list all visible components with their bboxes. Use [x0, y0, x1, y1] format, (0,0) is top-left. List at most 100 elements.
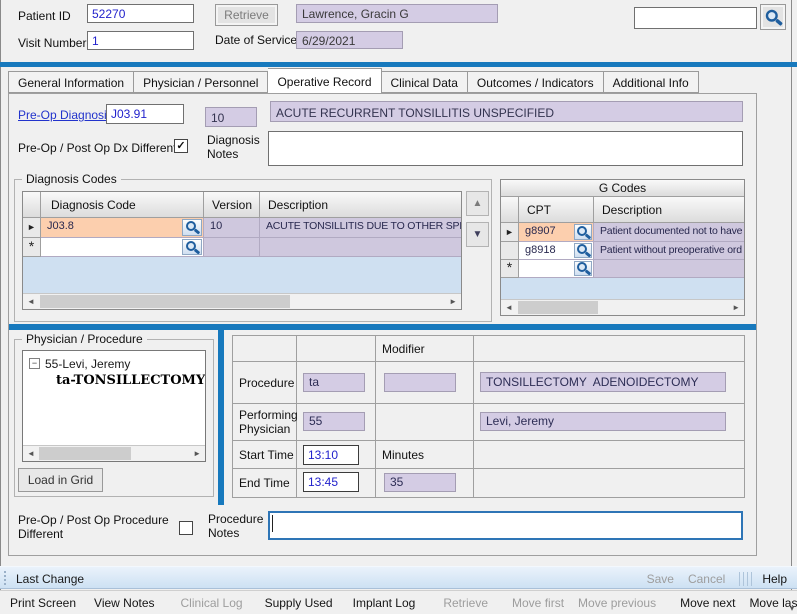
- move-row-down-button[interactable]: ▼: [466, 222, 489, 247]
- row-indicator-current: ►: [501, 223, 519, 242]
- search-button[interactable]: [760, 4, 786, 30]
- cpt-lookup-button[interactable]: [574, 243, 592, 258]
- scrollbar-thumb[interactable]: [40, 295, 290, 308]
- version-column-header[interactable]: Version: [204, 192, 260, 218]
- magnifier-icon: [186, 241, 199, 254]
- start-time-cell: [297, 441, 376, 469]
- cpt-cell[interactable]: g8907: [519, 223, 594, 242]
- procedure-code-cell: ta: [297, 362, 376, 404]
- dx-different-label: Pre-Op / Post Op Dx Different: [18, 141, 177, 155]
- date-of-service-field: 6/29/2021: [296, 31, 403, 49]
- start-time-row-label: Start Time: [233, 441, 297, 469]
- status-bar: Print Screen View Notes Clinical Log Sup…: [0, 590, 797, 614]
- action-bar-right: Save Cancel Help: [647, 572, 787, 586]
- cpt-lookup-button[interactable]: [574, 224, 592, 240]
- tab-outcomes-indicators[interactable]: Outcomes / Indicators: [468, 71, 604, 93]
- cpt-column-header[interactable]: CPT: [519, 197, 594, 223]
- procedure-code-field: ta: [303, 373, 365, 392]
- move-row-up-button[interactable]: ▲: [466, 191, 489, 216]
- scroll-left-icon[interactable]: ◄: [505, 301, 513, 314]
- tab-clinical-data[interactable]: Clinical Data: [382, 71, 468, 93]
- tab-additional-info[interactable]: Additional Info: [604, 71, 699, 93]
- end-time-row-label: End Time: [233, 469, 297, 497]
- patient-name-field: Lawrence, Gracin G: [296, 4, 498, 23]
- tab-physician-personnel[interactable]: Physician / Personnel: [134, 71, 268, 93]
- procedure-table-header-blank: [474, 336, 744, 362]
- modifier-column-header: Modifier: [376, 336, 474, 362]
- diagnosis-version-field: 10: [205, 107, 257, 127]
- cpt-value: g8907: [525, 225, 556, 237]
- description-column-header[interactable]: Description: [260, 192, 462, 218]
- tree-node-physician[interactable]: 55-Levi, Jeremy: [45, 357, 130, 371]
- diagnosis-code-lookup-button[interactable]: [182, 219, 202, 236]
- diagnosis-grid-hscrollbar[interactable]: ◄ ►: [23, 293, 461, 309]
- pre-op-diagnosis-code-input[interactable]: [106, 104, 184, 124]
- save-button: Save: [647, 572, 674, 586]
- scroll-right-icon[interactable]: ►: [449, 295, 457, 308]
- row-indicator: [501, 242, 519, 260]
- g-codes-grid: G Codes CPT Description ► g8907 Patient …: [500, 179, 745, 316]
- g-description-column-header[interactable]: Description: [594, 197, 744, 223]
- toolbar-overflow-icon[interactable]: ▾: [790, 604, 794, 613]
- view-notes-button[interactable]: View Notes: [94, 596, 154, 610]
- procedure-notes-input[interactable]: [268, 511, 743, 540]
- start-time-blank-cell: [474, 441, 744, 469]
- diagnosis-grid-corner: [23, 192, 41, 218]
- toolbar-grip: [4, 571, 9, 585]
- last-change-label: Last Change: [16, 572, 84, 586]
- search-input[interactable]: [634, 7, 757, 29]
- tab-general-information[interactable]: General Information: [8, 71, 134, 93]
- row-indicator-new: *: [501, 260, 519, 278]
- clinical-log-button: Clinical Log: [181, 596, 243, 610]
- visit-number-label: Visit Number: [18, 36, 86, 50]
- print-screen-button[interactable]: Print Screen: [10, 596, 76, 610]
- move-previous-button: Move previous: [578, 596, 656, 610]
- visit-number-input[interactable]: [87, 31, 194, 50]
- scroll-right-icon[interactable]: ►: [732, 301, 740, 314]
- tree-node-procedure[interactable]: ta-TONSILLECTOMY &: [56, 373, 206, 388]
- cpt-new-cell[interactable]: [519, 260, 594, 278]
- scrollbar-thumb[interactable]: [39, 447, 131, 460]
- patient-id-input[interactable]: [87, 4, 194, 23]
- retrieve-nav-button: Retrieve: [443, 596, 488, 610]
- performing-physician-row-label: Performing Physician: [233, 404, 297, 441]
- magnifier-icon: [577, 244, 590, 257]
- tab-operative-record[interactable]: Operative Record: [268, 68, 381, 93]
- scroll-right-icon[interactable]: ►: [193, 447, 201, 460]
- physician-procedure-tree: − 55-Levi, Jeremy ta-TONSILLECTOMY & ◄ ►: [22, 350, 206, 462]
- toolbar-grip: [747, 572, 748, 586]
- start-time-input[interactable]: [303, 445, 359, 465]
- diagnosis-code-lookup-button[interactable]: [182, 239, 202, 255]
- move-next-button[interactable]: Move next: [680, 596, 735, 610]
- pre-op-diagnosis-link[interactable]: Pre-Op Diagnosis: [18, 108, 113, 122]
- procedure-modifier-cell: [376, 362, 474, 404]
- end-time-input[interactable]: [303, 472, 359, 492]
- diagnosis-code-column-header[interactable]: Diagnosis Code: [41, 192, 204, 218]
- g-codes-hscrollbar[interactable]: ◄ ►: [501, 299, 744, 315]
- minutes-label-cell: Minutes: [376, 441, 474, 469]
- description-new-cell: [260, 238, 462, 257]
- scrollbar-thumb[interactable]: [518, 301, 598, 314]
- cpt-lookup-button[interactable]: [574, 261, 592, 276]
- tree-collapse-icon[interactable]: −: [29, 358, 40, 369]
- load-in-grid-button[interactable]: Load in Grid: [18, 468, 103, 492]
- diagnosis-notes-label: Diagnosis Notes: [207, 133, 260, 161]
- g-codes-title: G Codes: [501, 180, 744, 197]
- diagnosis-code-new-cell[interactable]: [41, 238, 204, 257]
- diagnosis-notes-input[interactable]: [268, 131, 743, 166]
- scroll-left-icon[interactable]: ◄: [27, 447, 35, 460]
- supply-used-button[interactable]: Supply Used: [265, 596, 333, 610]
- physician-procedure-group-label: Physician / Procedure: [22, 332, 147, 346]
- tree-hscrollbar[interactable]: ◄ ►: [23, 445, 205, 461]
- diagnosis-code-cell[interactable]: J03.8: [41, 218, 204, 238]
- implant-log-button[interactable]: Implant Log: [353, 596, 416, 610]
- g-description-cell: Patient documented not to have: [594, 223, 744, 242]
- procedure-row-label: Procedure: [233, 362, 297, 404]
- dx-different-checkbox[interactable]: ✓: [174, 139, 188, 153]
- search-icon: [766, 9, 780, 25]
- scroll-left-icon[interactable]: ◄: [27, 295, 35, 308]
- cpt-cell[interactable]: g8918: [519, 242, 594, 260]
- help-button-top[interactable]: Help: [762, 572, 787, 586]
- section-divider-vertical: [218, 330, 224, 505]
- procedure-different-checkbox[interactable]: [179, 521, 193, 535]
